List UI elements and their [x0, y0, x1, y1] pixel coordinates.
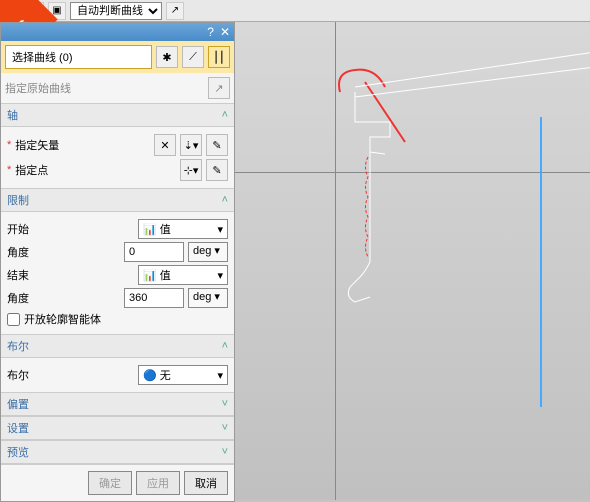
filter-icon[interactable]: ✱: [156, 46, 178, 68]
start-mode-select[interactable]: 📊 值▾: [138, 219, 228, 239]
hint-label: 指定原始曲线: [5, 80, 71, 96]
vector-dropdown-icon[interactable]: ⇣▾: [180, 134, 202, 156]
curve-icon[interactable]: ⟋: [182, 46, 204, 68]
help-icon[interactable]: ?: [207, 25, 214, 39]
required-icon: *: [7, 164, 11, 176]
selection-row: 选择曲线 (0) ✱ ⟋ ⎮⎮: [1, 41, 234, 73]
section-limit[interactable]: 限制˄: [1, 188, 234, 212]
unit-select[interactable]: deg ▾: [188, 288, 228, 308]
panel-header: ? ✕: [1, 23, 234, 41]
bool-label: 布尔: [7, 367, 134, 383]
angle-label: 角度: [7, 244, 120, 260]
chevron-up-icon: ˄: [222, 194, 228, 206]
start-label: 开始: [7, 221, 134, 237]
ok-button[interactable]: 确定: [88, 471, 132, 495]
cancel-button[interactable]: 取消: [184, 471, 228, 495]
end-mode-select[interactable]: 📊 值▾: [138, 265, 228, 285]
bool-mode-select[interactable]: 🔵 无▾: [138, 365, 228, 385]
end-label: 结束: [7, 267, 134, 283]
profile-icon[interactable]: ⎮⎮: [208, 46, 230, 68]
section-offset[interactable]: 偏置˅: [1, 392, 234, 416]
open-profile-label: 开放轮廓智能体: [24, 311, 101, 327]
viewport-3d[interactable]: [235, 22, 590, 500]
unit-select[interactable]: deg ▾: [188, 242, 228, 262]
button-bar: 确定 应用 取消: [1, 464, 234, 501]
section-preview[interactable]: 预览˅: [1, 440, 234, 464]
apply-button[interactable]: 应用: [136, 471, 180, 495]
select-curve-field[interactable]: 选择曲线 (0): [5, 45, 152, 69]
angle-label: 角度: [7, 290, 120, 306]
required-icon: *: [7, 139, 11, 151]
section-axis[interactable]: 轴˄: [1, 103, 234, 127]
sketch-icon[interactable]: ↗: [208, 77, 230, 99]
vector-picker-icon[interactable]: ✕: [154, 134, 176, 156]
chevron-down-icon: ˅: [222, 422, 228, 434]
sketch-geometry: [335, 62, 590, 382]
point-dropdown-icon[interactable]: ⊹▾: [180, 159, 202, 181]
dialog-panel: ? ✕ 选择曲线 (0) ✱ ⟋ ⎮⎮ 指定原始曲线 ↗ 轴˄ *指定矢量 ✕ …: [0, 22, 235, 502]
blue-edge: [540, 117, 542, 407]
open-profile-checkbox[interactable]: [7, 313, 20, 326]
toolbar-icon[interactable]: ↗: [166, 2, 184, 20]
point-action-icon[interactable]: ✎: [206, 159, 228, 181]
vector-action-icon[interactable]: ✎: [206, 134, 228, 156]
hint-row: 指定原始曲线 ↗: [1, 73, 234, 103]
close-icon[interactable]: ✕: [220, 25, 230, 39]
point-label: 指定点: [15, 162, 176, 178]
section-settings[interactable]: 设置˅: [1, 416, 234, 440]
curve-filter-select[interactable]: 自动判断曲线: [70, 2, 162, 20]
top-toolbar: ▦ ▫ ▣ 自动判断曲线 ↗: [0, 0, 590, 22]
section-bool[interactable]: 布尔˄: [1, 334, 234, 358]
vector-label: 指定矢量: [15, 137, 150, 153]
chevron-up-icon: ˄: [222, 340, 228, 352]
start-angle-input[interactable]: [124, 242, 184, 262]
chevron-up-icon: ˄: [222, 109, 228, 121]
end-angle-input[interactable]: [124, 288, 184, 308]
chevron-down-icon: ˅: [222, 398, 228, 410]
chevron-down-icon: ˅: [222, 446, 228, 458]
